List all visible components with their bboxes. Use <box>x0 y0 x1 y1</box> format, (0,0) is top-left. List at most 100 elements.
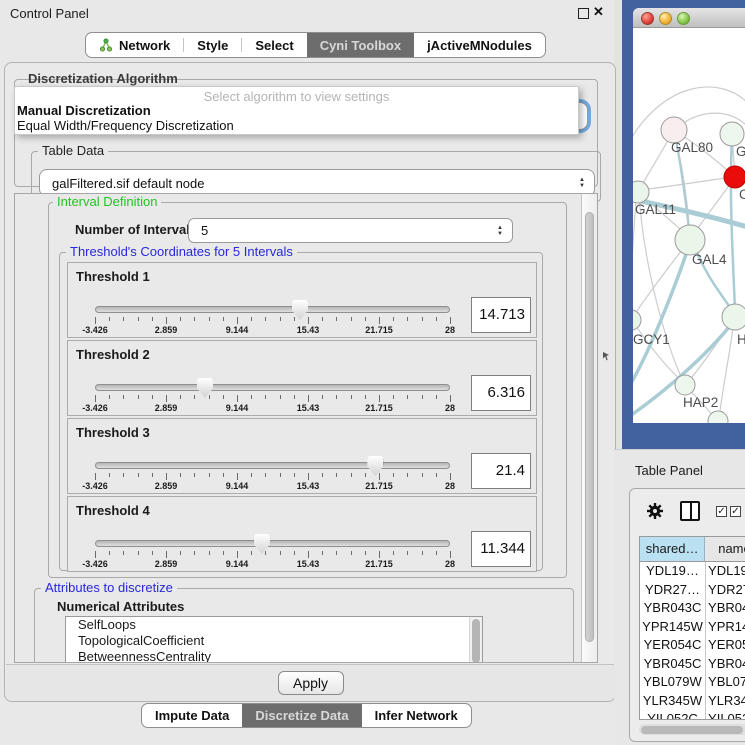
network-edge[interactable] <box>641 177 733 190</box>
app-root: Control Panel ✕ Network Style <box>0 0 745 745</box>
threshold-label: Threshold 1 <box>76 269 150 284</box>
cell-name[interactable]: YDR27 <box>706 581 745 600</box>
minimize-traffic-light-icon[interactable] <box>659 12 672 25</box>
table-row[interactable]: YLR345WYLR345W <box>640 692 745 711</box>
list-item[interactable]: TopologicalCoefficient <box>66 633 482 649</box>
cell-shared-name[interactable]: YBR045C <box>640 655 706 674</box>
cell-shared-name[interactable]: YBR043C <box>640 599 706 618</box>
tick-mark <box>209 317 210 321</box>
network-node[interactable] <box>724 166 745 188</box>
threshold-slider[interactable]: -3.4262.8599.14415.4321.71528 <box>95 535 450 571</box>
cell-shared-name[interactable]: YDL19… <box>640 562 706 581</box>
table-row[interactable]: YBL079WYBL079W <box>640 673 745 692</box>
list-item[interactable]: SelfLoops <box>66 617 482 633</box>
tick-mark <box>365 395 366 399</box>
tick-mark <box>209 551 210 555</box>
network-edge[interactable] <box>633 202 636 312</box>
apply-button[interactable]: Apply <box>278 671 344 695</box>
tick-mark <box>180 317 181 321</box>
network-node[interactable] <box>722 304 745 330</box>
tab-label: Discretize Data <box>255 708 348 723</box>
cell-name[interactable]: YER054C <box>706 636 745 655</box>
threshold-value-field[interactable]: 21.4 <box>471 453 531 489</box>
network-canvas[interactable]: GAL80GACGAL11GAL4GCY1HHAP2 <box>633 28 745 423</box>
network-edge[interactable] <box>633 243 690 390</box>
list-scrollbar[interactable] <box>469 617 482 663</box>
tab-discretize-data[interactable]: Discretize Data <box>242 704 361 727</box>
network-node[interactable] <box>720 122 744 146</box>
slider-thumb[interactable] <box>254 534 270 554</box>
scrollbar-thumb[interactable] <box>641 726 743 734</box>
threshold-value-field[interactable]: 6.316 <box>471 375 531 411</box>
tab-jactivemnodules[interactable]: jActiveMNodules <box>414 33 545 57</box>
scrollbar-thumb[interactable] <box>472 619 480 663</box>
tick-mark <box>95 395 96 402</box>
table-row[interactable]: YER054CYER054C <box>640 636 745 655</box>
column-header-name[interactable]: name <box>705 537 745 561</box>
cell-name[interactable]: YLR345W <box>706 692 745 711</box>
vertical-scrollbar[interactable] <box>581 194 597 662</box>
number-of-intervals-select[interactable]: 5 ▲ ▼ <box>188 218 513 243</box>
network-node[interactable] <box>675 225 705 255</box>
column-layout-icon[interactable] <box>680 501 700 521</box>
tab-label: Infer Network <box>375 708 458 723</box>
tick-label: -3.426 <box>82 559 108 569</box>
table-row[interactable]: YPR145WYPR145W <box>640 618 745 637</box>
zoom-traffic-light-icon[interactable] <box>677 12 690 25</box>
table-row[interactable]: YBR045CYBR045C <box>640 655 745 674</box>
horizontal-scrollbar[interactable] <box>639 724 745 735</box>
dropdown-option-equal-width[interactable]: Equal Width/Frequency Discretization <box>15 118 578 133</box>
tab-style[interactable]: Style <box>184 33 241 57</box>
threshold-slider[interactable]: -3.4262.8599.14415.4321.71528 <box>95 379 450 415</box>
cell-name[interactable]: YIL052C <box>706 710 745 720</box>
threshold-label: Threshold 3 <box>76 425 150 440</box>
gear-icon[interactable] <box>646 502 664 525</box>
close-traffic-light-icon[interactable] <box>641 12 654 25</box>
table-row[interactable]: YDL19…YDL19 <box>640 562 745 581</box>
tab-cyni-toolbox[interactable]: Cyni Toolbox <box>307 33 414 57</box>
network-edge[interactable] <box>633 242 688 317</box>
network-window-titlebar[interactable] <box>633 8 745 28</box>
cell-shared-name[interactable]: YLR345W <box>640 692 706 711</box>
select-columns-icon[interactable]: ✓ ✓ <box>716 506 741 517</box>
threshold-value-field[interactable]: 14.713 <box>471 297 531 333</box>
cell-shared-name[interactable]: YIL052C <box>640 710 706 720</box>
slider-track[interactable] <box>95 306 450 313</box>
cell-name[interactable]: YPR145W <box>706 618 745 637</box>
threshold-slider[interactable]: -3.4262.8599.14415.4321.71528 <box>95 301 450 337</box>
list-item[interactable]: BetweennessCentrality <box>66 649 482 663</box>
cell-shared-name[interactable]: YPR145W <box>640 618 706 637</box>
tick-label: -3.426 <box>82 325 108 335</box>
slider-track[interactable] <box>95 384 450 391</box>
dropdown-option-manual[interactable]: Manual Discretization <box>15 103 578 118</box>
column-header-shared-name[interactable]: shared… <box>640 537 705 561</box>
table-row[interactable]: YDR27…YDR27 <box>640 581 745 600</box>
threshold-value-field[interactable]: 11.344 <box>471 531 531 567</box>
network-node[interactable] <box>633 310 641 330</box>
cell-name[interactable]: YDL19 <box>706 562 745 581</box>
slider-track[interactable] <box>95 540 450 547</box>
slider-thumb[interactable] <box>367 456 383 476</box>
close-icon[interactable]: ✕ <box>593 4 604 20</box>
tab-network[interactable]: Network <box>86 33 183 57</box>
cell-name[interactable]: YBR043C <box>706 599 745 618</box>
cell-shared-name[interactable]: YBL079W <box>640 673 706 692</box>
slider-thumb[interactable] <box>197 378 213 398</box>
table-row[interactable]: YIL052CYIL052C <box>640 710 745 720</box>
table-row[interactable]: YBR043CYBR043C <box>640 599 745 618</box>
tab-infer-network[interactable]: Infer Network <box>362 704 471 727</box>
cell-name[interactable]: YBL079W <box>706 673 745 692</box>
table-panel: ✓ ✓ shared… name YDL19…YDL19YDR27…YDR27Y… <box>629 488 745 742</box>
cell-name[interactable]: YBR045C <box>706 655 745 674</box>
tab-impute-data[interactable]: Impute Data <box>142 704 242 727</box>
float-icon[interactable] <box>578 8 589 19</box>
network-node[interactable] <box>675 375 695 395</box>
tab-select[interactable]: Select <box>242 33 306 57</box>
scrollbar-thumb[interactable] <box>585 212 594 642</box>
network-edge[interactable] <box>693 180 733 235</box>
threshold-slider[interactable]: -3.4262.8599.14415.4321.71528 <box>95 457 450 493</box>
cell-shared-name[interactable]: YER054C <box>640 636 706 655</box>
slider-track[interactable] <box>95 462 450 469</box>
cell-shared-name[interactable]: YDR27… <box>640 581 706 600</box>
tick-mark <box>123 473 124 477</box>
